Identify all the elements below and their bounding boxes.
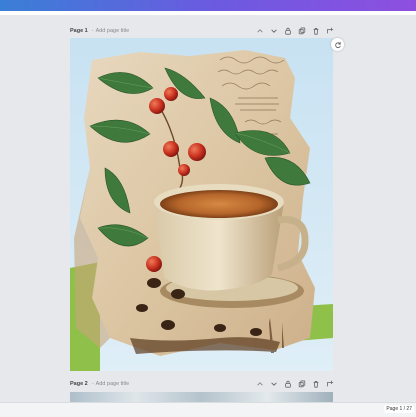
delete-icon[interactable] xyxy=(312,380,320,388)
page-label: Page 1 xyxy=(70,28,88,34)
coffee-cup-artwork xyxy=(70,38,333,371)
status-bar xyxy=(0,402,416,417)
duplicate-icon[interactable] xyxy=(298,380,306,388)
chevron-down-icon[interactable] xyxy=(270,380,278,388)
chevron-up-icon[interactable] xyxy=(256,380,264,388)
lock-icon[interactable] xyxy=(284,27,292,35)
top-divider xyxy=(0,11,416,15)
top-app-bar xyxy=(0,0,416,15)
page-1-canvas[interactable] xyxy=(70,38,333,371)
page-label: Page 2 xyxy=(70,381,88,387)
chevron-down-icon[interactable] xyxy=(270,27,278,35)
chevron-up-icon[interactable] xyxy=(256,27,264,35)
page-label-separator: - xyxy=(91,381,94,387)
page-title-input[interactable]: Add page title xyxy=(96,28,130,34)
page-toolbar xyxy=(256,27,334,35)
page-title-input[interactable]: Add page title xyxy=(96,381,130,387)
delete-icon[interactable] xyxy=(312,27,320,35)
lock-icon[interactable] xyxy=(284,380,292,388)
refresh-button[interactable] xyxy=(331,38,344,51)
refresh-icon xyxy=(334,41,342,49)
page-1-header: Page 1 - Add page title xyxy=(70,24,334,38)
page-label-separator: - xyxy=(91,28,94,34)
add-page-icon[interactable] xyxy=(326,27,334,35)
page-counter[interactable]: Page 1 / 27 xyxy=(384,405,414,413)
duplicate-icon[interactable] xyxy=(298,27,306,35)
page-toolbar xyxy=(256,380,334,388)
page-2-header: Page 2 - Add page title xyxy=(70,377,334,391)
add-page-icon[interactable] xyxy=(326,380,334,388)
